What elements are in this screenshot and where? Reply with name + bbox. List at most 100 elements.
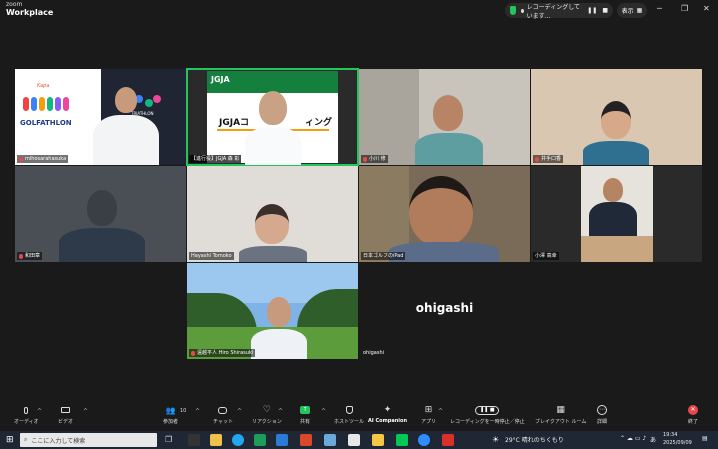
brand-workplace: Workplace [6, 8, 54, 17]
video-tile-7[interactable]: 日本ゴルフのiPad [359, 166, 530, 262]
video-tile-6[interactable]: Hayashi Tomoko [187, 166, 358, 262]
virtual-background: TRIATHLON [93, 69, 186, 165]
participant-name: 和田章 [17, 252, 43, 260]
end-button[interactable]: ✕ 終了 [688, 405, 698, 425]
powerpoint-icon[interactable] [300, 434, 312, 446]
meeting-controls: オーディオ ^ ビデオ ^ 👥 参加者 10 ^ チャット ^ ♡ リアクション… [0, 402, 718, 431]
notepad-icon[interactable] [348, 434, 360, 446]
sparkle-icon: ✦ [383, 405, 392, 415]
participants-button[interactable]: 👥 参加者 [163, 405, 178, 426]
audio-options-chevron-icon[interactable]: ^ [37, 408, 42, 415]
ime-indicator[interactable]: あ [650, 435, 656, 444]
slide-logo: JGJA [211, 75, 230, 84]
video-button[interactable]: ビデオ [58, 405, 73, 425]
apps-icon: ⊞ [424, 405, 433, 415]
dell-app-icon[interactable] [188, 434, 200, 446]
people-icon: 👥 [165, 405, 176, 415]
video-tile-5[interactable]: 和田章 [15, 166, 186, 262]
pause-icon[interactable]: ❚❚ [587, 7, 597, 14]
apps-button[interactable]: ⊞ アプリ [421, 405, 436, 425]
app-icon[interactable] [324, 434, 336, 446]
view-button[interactable]: 表示 ▦ [617, 3, 647, 18]
share-button[interactable]: ↑ 共有 [300, 405, 310, 425]
zoom-app-icon[interactable] [418, 434, 430, 446]
file-explorer-icon[interactable] [210, 434, 222, 446]
excel-icon[interactable] [254, 434, 266, 446]
ai-companion-button[interactable]: ✦ AI Companion [368, 405, 407, 424]
title-bar: zoom Workplace レコーディングしています... ❚❚ ■ 表示 ▦… [0, 0, 718, 22]
muted-mic-icon [19, 156, 23, 162]
weather-icon: ☀ [492, 435, 500, 444]
recording-control-button[interactable]: ❚❚ ■ レコーディングを一時停止／停止 [450, 405, 525, 425]
app-brand: zoom Workplace [6, 2, 53, 17]
logo-small-text: Kapa [37, 83, 50, 89]
audio-button[interactable]: オーディオ [14, 405, 39, 425]
muted-mic-icon [535, 156, 539, 162]
video-tile-3[interactable]: 小川 修 [359, 69, 530, 165]
pause-stop-icon: ❚❚ ■ [475, 405, 500, 415]
grid-view-icon: ▦ [636, 7, 643, 14]
tray-icons[interactable]: ⌃ ☁ ▭ ♪ [620, 435, 646, 442]
participant-name: 井手口香 [533, 155, 564, 163]
clock-date[interactable]: 2025/09/09 [663, 440, 692, 446]
muted-mic-icon [19, 253, 23, 259]
heart-icon: ♡ [262, 405, 271, 415]
golf-logo-panel: Kapa GOLFATHLON [15, 69, 101, 165]
video-tile-10[interactable]: ohigashi ohigashi [359, 263, 530, 359]
folder-icon[interactable] [372, 434, 384, 446]
minimize-icon[interactable]: ─ [657, 4, 662, 13]
search-icon: ⌕ [24, 436, 28, 443]
edge-icon[interactable] [232, 434, 244, 446]
share-chevron-icon[interactable]: ^ [321, 408, 326, 415]
windows-start-icon[interactable]: ⊞ [6, 435, 14, 445]
word-icon[interactable] [276, 434, 288, 446]
recording-dot-icon [520, 8, 524, 13]
video-tile-4[interactable]: 井手口香 [531, 69, 702, 165]
recording-status-text: レコーディングしています... [526, 3, 581, 20]
participant-name: mihosarahasuka [17, 155, 69, 163]
slide-title: JGJAコ [219, 118, 250, 128]
more-icon: ⋯ [597, 405, 607, 415]
participants-count: 10 [180, 408, 187, 414]
participant-name: ohigashi [363, 350, 385, 356]
participant-name: 小川 修 [361, 155, 388, 163]
chat-chevron-icon[interactable]: ^ [237, 408, 242, 415]
line-icon[interactable] [396, 434, 408, 446]
taskbar-search-box[interactable]: ⌕ ここに入力して検索 [20, 433, 157, 447]
participant-avatar-name: ohigashi [415, 301, 474, 315]
view-label: 表示 [621, 8, 634, 15]
breakout-icon: ▦ [556, 405, 565, 415]
host-tools-button[interactable]: ホストツール [334, 405, 364, 425]
apps-chevron-icon[interactable]: ^ [438, 408, 443, 415]
video-options-chevron-icon[interactable]: ^ [83, 408, 88, 415]
chat-icon [218, 405, 228, 415]
participants-chevron-icon[interactable]: ^ [195, 408, 200, 415]
video-tile-1[interactable]: Kapa GOLFATHLON TRIATHLON mihosarahasuka [15, 69, 186, 165]
video-tile-9[interactable]: 遠越平人 Hiro Shirasuki [187, 263, 358, 359]
slide-title-tail: ィング [305, 118, 333, 128]
logo-main-text: GOLFATHLON [20, 119, 72, 127]
windows-taskbar: ⊞ ⌕ ここに入力して検索 ❐ ☀ 29°C 晴れのちくもり ⌃ ☁ ▭ ♪ あ… [0, 431, 718, 449]
muted-mic-icon [363, 156, 367, 162]
recording-indicator[interactable]: レコーディングしています... ❚❚ ■ [505, 3, 613, 20]
end-meeting-icon: ✕ [688, 405, 698, 415]
weather-text[interactable]: 29°C 晴れのちくもり [505, 435, 564, 444]
share-screen-icon: ↑ [300, 405, 310, 415]
video-tile-2[interactable]: JGJA JGJAコ ィング 【進行役】JGJA 森 彰 [186, 68, 359, 166]
stop-icon[interactable]: ■ [602, 7, 608, 14]
security-shield-icon [510, 6, 516, 15]
task-view-icon[interactable]: ❐ [165, 435, 172, 444]
more-button[interactable]: ⋯ 詳細 [597, 405, 607, 425]
breakout-rooms-button[interactable]: ▦ ブレイクアウト ルーム [535, 405, 586, 425]
notifications-icon[interactable]: ▤ [702, 435, 708, 442]
chat-button[interactable]: チャット [213, 405, 233, 425]
restore-icon[interactable]: ❐ [681, 4, 688, 13]
muted-mic-icon [191, 350, 195, 356]
close-window-icon[interactable]: ✕ [703, 4, 710, 13]
reactions-chevron-icon[interactable]: ^ [278, 408, 283, 415]
video-tile-8[interactable]: 小澤 高幸 [531, 166, 702, 262]
acrobat-icon[interactable] [442, 434, 454, 446]
participant-name: Hayashi Tomoko [189, 252, 234, 260]
participant-name: 小澤 高幸 [533, 252, 559, 260]
clock-time[interactable]: 19:34 [663, 432, 677, 438]
